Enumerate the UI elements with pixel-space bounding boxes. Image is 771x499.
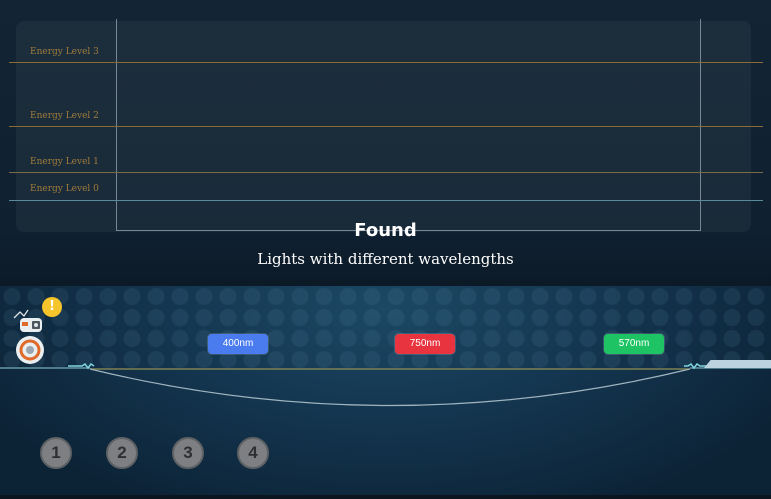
energy-level-2-line: [9, 126, 763, 127]
energy-level-panel-area: Energy Level 3 Energy Level 2 Energy Lev…: [0, 0, 771, 286]
energy-level-1-line: [9, 172, 763, 173]
bottom-divider: [0, 495, 771, 499]
hex-background: [0, 286, 771, 368]
energy-level-3-label: Energy Level 3: [30, 47, 99, 57]
wavelength-chip-400nm[interactable]: 400nm: [208, 334, 268, 354]
found-title: Found: [354, 220, 417, 241]
exclamation-icon[interactable]: !: [42, 297, 62, 317]
slot-2[interactable]: 2: [106, 437, 138, 469]
light-track: [0, 360, 771, 407]
slot-3[interactable]: 3: [172, 437, 204, 469]
found-subtitle: Lights with different wavelengths: [257, 250, 514, 268]
slot-1[interactable]: 1: [40, 437, 72, 469]
energy-level-0-line: [9, 200, 763, 201]
energy-level-0-label: Energy Level 0: [30, 184, 99, 194]
wavelength-chip-750nm[interactable]: 750nm: [395, 334, 455, 354]
wavelength-chip-570nm[interactable]: 570nm: [604, 334, 664, 354]
platform-icon: [704, 360, 771, 368]
slot-4[interactable]: 4: [237, 437, 269, 469]
energy-level-1-label: Energy Level 1: [30, 157, 99, 167]
energy-level-2-label: Energy Level 2: [30, 111, 99, 121]
energy-level-3-line: [9, 62, 763, 63]
